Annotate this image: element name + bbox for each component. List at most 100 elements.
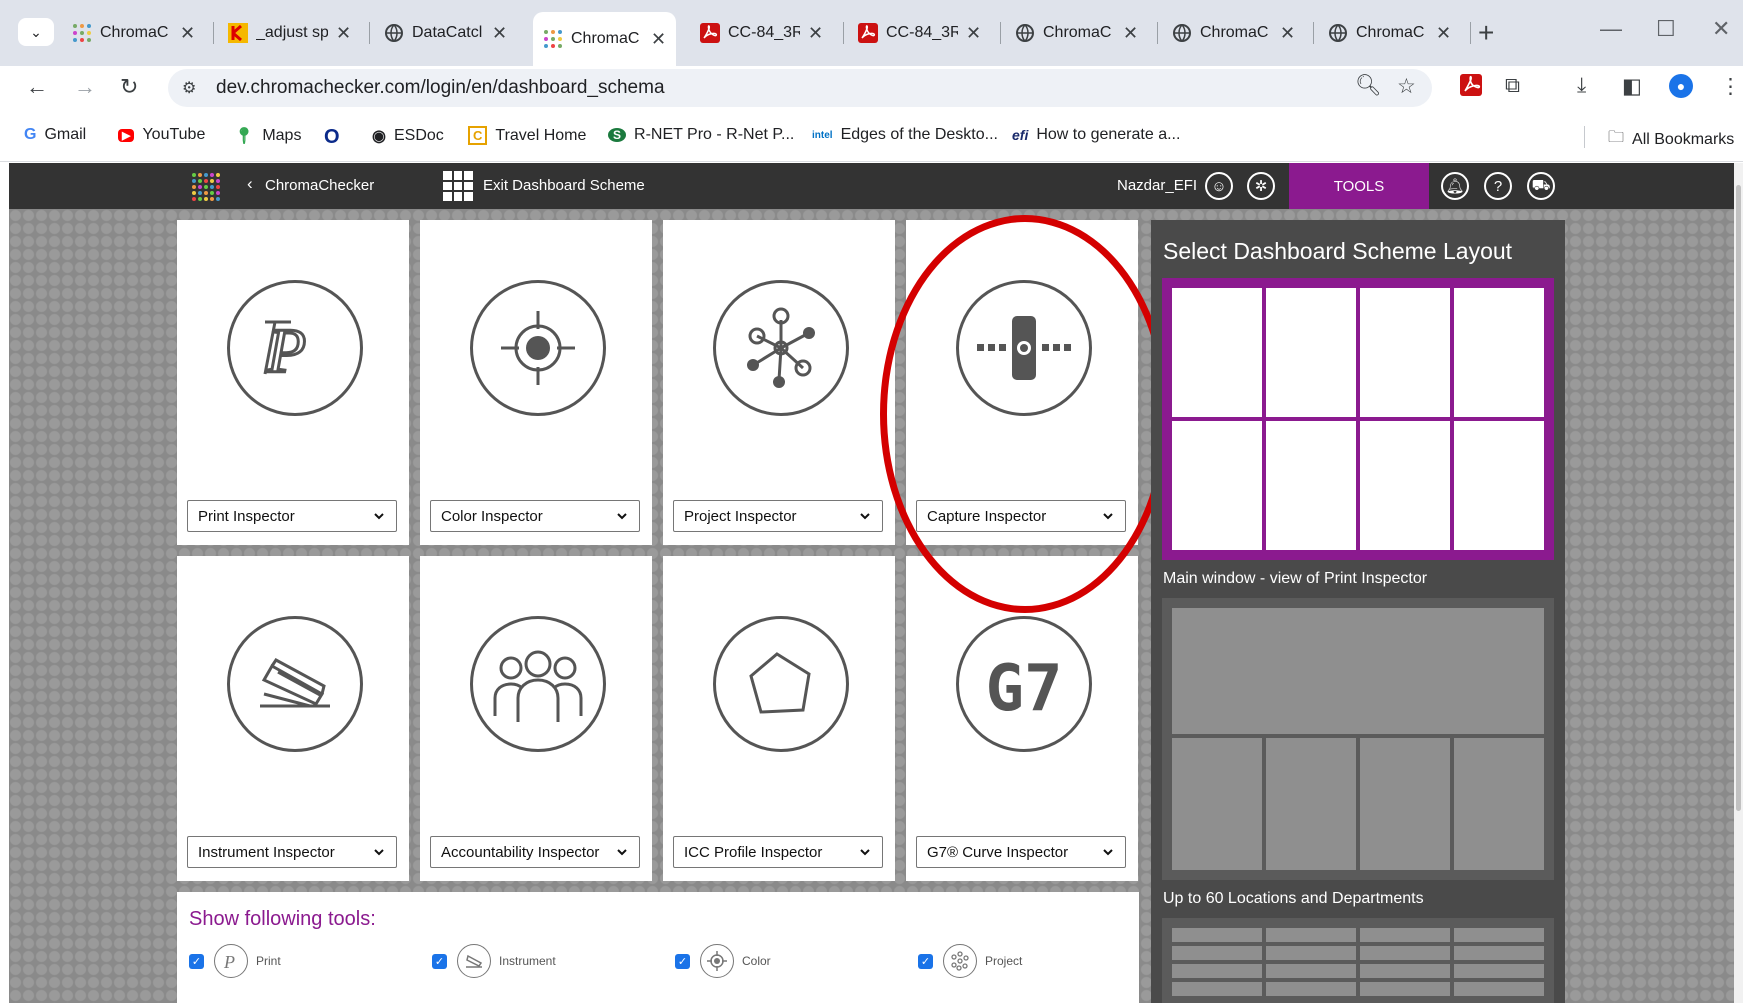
card-accountability-inspector[interactable]: Accountability Inspector xyxy=(420,556,652,881)
close-icon[interactable]: ✕ xyxy=(1436,23,1451,44)
zoom-icon[interactable]: 🔍︎ xyxy=(1355,74,1382,98)
maximize-icon[interactable]: ☐ xyxy=(1656,16,1676,42)
user-profile-icon[interactable]: ☺ xyxy=(1205,172,1233,200)
back-to-chromachecker-link[interactable]: ChromaChecker xyxy=(265,177,374,194)
close-icon[interactable]: ✕ xyxy=(492,23,507,44)
address-bar[interactable]: ⚙ dev.chromachecker.com/login/en/dashboa… xyxy=(168,69,1432,107)
close-icon[interactable]: ✕ xyxy=(651,29,666,50)
close-icon[interactable]: ✕ xyxy=(336,23,351,44)
bookmark-efi[interactable]: efi How to generate a... xyxy=(1012,126,1180,144)
bookmark-edges[interactable]: intel Edges of the Deskto... xyxy=(812,126,998,144)
chevron-left-icon[interactable]: ‹ xyxy=(247,174,253,194)
page-scrollbar[interactable] xyxy=(1734,163,1743,1003)
card-8-select[interactable]: G7® Curve Inspector xyxy=(916,836,1126,868)
tool-toggle-project[interactable]: ✓ Project xyxy=(918,944,1022,978)
card-project-inspector[interactable]: Project Inspector xyxy=(663,220,895,545)
menu-kebab-icon[interactable]: ⋮ xyxy=(1720,74,1741,99)
download-icon[interactable]: ⤓ xyxy=(1577,74,1586,98)
globe-icon xyxy=(1172,23,1192,43)
tab-chromachecker-2[interactable]: ChromaC ✕ xyxy=(1005,12,1148,54)
tab-label: DataCatcl xyxy=(412,24,483,41)
back-icon[interactable]: ← xyxy=(26,74,48,100)
tools-button[interactable]: TOOLS xyxy=(1289,163,1429,209)
tool-toggle-instrument[interactable]: ✓ Instrument xyxy=(432,944,556,978)
checkbox-checked[interactable]: ✓ xyxy=(432,953,447,969)
chevron-down-icon xyxy=(372,509,386,523)
tab-datacatcher[interactable]: DataCatcl ✕ xyxy=(374,12,517,54)
reload-icon[interactable]: ↻ xyxy=(120,74,138,100)
tab-divider xyxy=(213,22,214,44)
card-color-inspector[interactable]: Color Inspector xyxy=(420,220,652,545)
globe-icon xyxy=(1015,23,1035,43)
minimize-icon[interactable]: — xyxy=(1600,16,1622,42)
card-5-select[interactable]: Instrument Inspector xyxy=(187,836,397,868)
bookmark-maps[interactable]: 📍︎ Maps xyxy=(234,126,301,146)
checkbox-checked[interactable]: ✓ xyxy=(675,953,690,969)
profile-avatar[interactable]: ● xyxy=(1669,74,1693,98)
site-info-icon[interactable]: ⚙ xyxy=(182,78,202,98)
select-value: G7® Curve Inspector xyxy=(927,843,1069,861)
layout-option-selected[interactable] xyxy=(1162,278,1554,560)
tab-chromachecker-3[interactable]: ChromaC ✕ xyxy=(1162,12,1305,54)
tab-chromachecker-active[interactable]: ChromaC ✕ xyxy=(533,12,677,66)
chevron-down-icon xyxy=(1101,845,1115,859)
close-icon[interactable]: ✕ xyxy=(808,23,823,44)
card-icc-profile-inspector[interactable]: ICC Profile Inspector xyxy=(663,556,895,881)
settings-tools-icon[interactable]: ✲ xyxy=(1247,172,1275,200)
card-2-select[interactable]: Color Inspector xyxy=(430,500,640,532)
side-panel-icon[interactable]: ◧ xyxy=(1622,74,1642,99)
bookmarks-bar: G Gmail ▶ YouTube 📍︎ Maps O ◉ ESDoc C Travel … xyxy=(0,110,1743,162)
pdf-extension-icon[interactable] xyxy=(1460,74,1482,102)
exit-scheme-grid-icon[interactable] xyxy=(443,171,473,201)
card-3-select[interactable]: Project Inspector xyxy=(673,500,883,532)
pdf-icon xyxy=(700,23,720,43)
notifications-bell-icon[interactable]: 🔔︎ xyxy=(1441,172,1469,200)
print-inspector-icon: P xyxy=(227,280,363,416)
tab-pdf-1[interactable]: CC-84_3R ✕ xyxy=(690,12,833,54)
bookmark-rnet[interactable]: S R-NET Pro - R-Net P... xyxy=(608,126,794,144)
scrollbar-thumb[interactable] xyxy=(1736,185,1741,811)
svg-text:P: P xyxy=(266,315,306,386)
tool-toggle-color[interactable]: ✓ Color xyxy=(675,944,771,978)
checkbox-checked[interactable]: ✓ xyxy=(189,953,204,969)
tab-pdf-2[interactable]: CC-84_3R ✕ xyxy=(848,12,991,54)
close-icon[interactable]: ✕ xyxy=(966,23,981,44)
close-icon[interactable]: ✕ xyxy=(180,23,195,44)
exit-dashboard-scheme-link[interactable]: Exit Dashboard Scheme xyxy=(483,177,645,194)
extensions-icon[interactable]: ⧉ xyxy=(1505,74,1520,98)
cart-icon[interactable]: ⛟ xyxy=(1527,172,1555,200)
checkbox-checked[interactable]: ✓ xyxy=(918,953,933,969)
forward-icon[interactable]: → xyxy=(74,74,96,100)
tool-toggle-print[interactable]: ✓ P Print xyxy=(189,944,281,978)
bookmarks-divider xyxy=(1584,126,1585,148)
bookmark-gmail[interactable]: G Gmail xyxy=(24,126,86,144)
url-text[interactable]: dev.chromachecker.com/login/en/dashboard… xyxy=(216,77,665,99)
tab-chromachecker-4[interactable]: ChromaC ✕ xyxy=(1318,12,1461,54)
all-bookmarks-folder[interactable]: 🗀 All Bookmarks xyxy=(1608,126,1734,153)
bookmark-travel-home[interactable]: C Travel Home xyxy=(468,126,586,145)
browser-toolbar: ← → ↻ ⚙ dev.chromachecker.com/login/en/d… xyxy=(0,66,1743,110)
bookmark-label: All Bookmarks xyxy=(1632,130,1735,148)
help-icon[interactable]: ? xyxy=(1484,172,1512,200)
bookmark-youtube[interactable]: ▶ YouTube xyxy=(118,126,205,144)
layout-option-main-window[interactable] xyxy=(1162,598,1554,880)
card-print-inspector[interactable]: P Print Inspector xyxy=(177,220,409,545)
tab-chromachecker-1[interactable]: ChromaC ✕ xyxy=(62,12,205,54)
tab-search-button[interactable]: ⌄ xyxy=(18,18,54,46)
apps-grid-icon[interactable] xyxy=(192,173,220,201)
bookmark-o[interactable]: O xyxy=(324,126,348,149)
card-7-select[interactable]: ICC Profile Inspector xyxy=(673,836,883,868)
new-tab-button[interactable]: + xyxy=(1478,17,1494,49)
card-6-select[interactable]: Accountability Inspector xyxy=(430,836,640,868)
bookmark-esdoc[interactable]: ◉ ESDoc xyxy=(372,126,444,146)
card-instrument-inspector[interactable]: Instrument Inspector xyxy=(177,556,409,881)
username[interactable]: Nazdar_EFI xyxy=(1117,177,1197,194)
close-icon[interactable]: ✕ xyxy=(1123,23,1138,44)
layout-preview-bottom xyxy=(1172,738,1544,870)
window-close-icon[interactable]: ✕ xyxy=(1712,16,1730,42)
layout-option-locations[interactable] xyxy=(1162,918,1554,1003)
close-icon[interactable]: ✕ xyxy=(1280,23,1295,44)
tab-adjust[interactable]: _adjust sp ✕ xyxy=(218,12,361,54)
card-1-select[interactable]: Print Inspector xyxy=(187,500,397,532)
bookmark-star-icon[interactable]: ☆ xyxy=(1397,74,1416,99)
